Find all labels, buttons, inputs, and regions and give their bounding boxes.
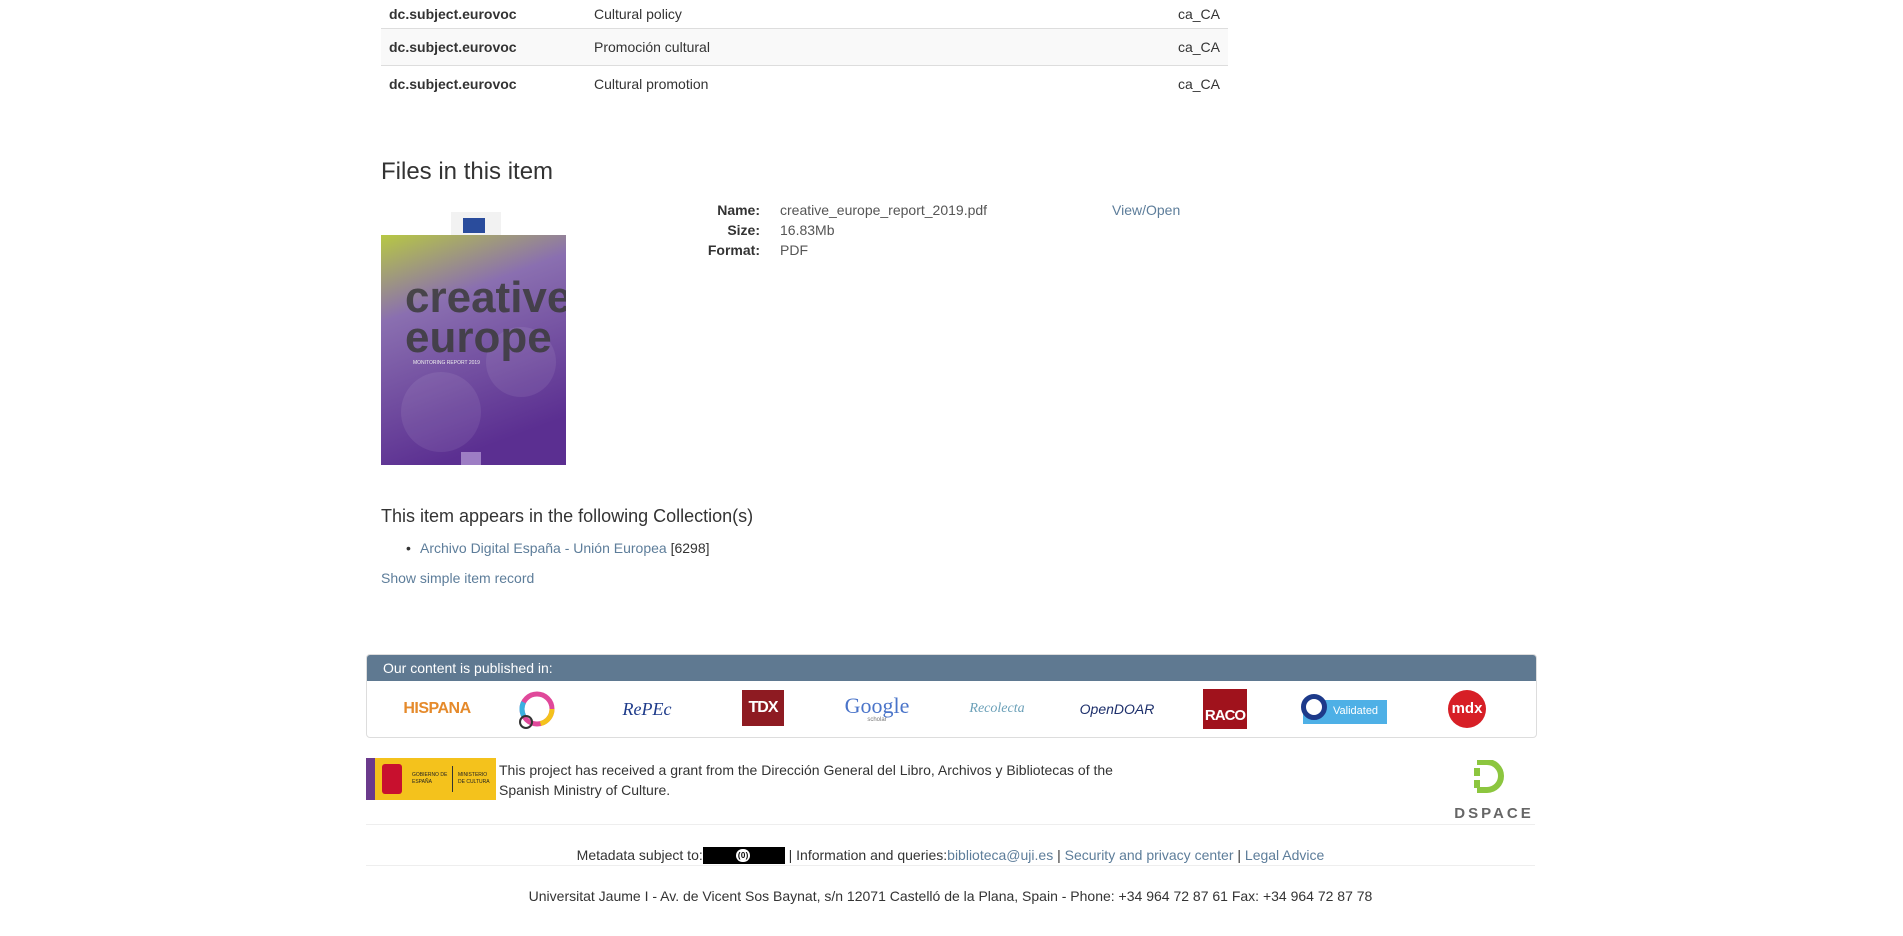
recolecta-logo-text: Recolecta bbox=[969, 701, 1025, 716]
published-in-heading: Our content is published in: bbox=[367, 655, 1536, 681]
metadata-value: Cultural policy bbox=[586, 0, 1152, 29]
grant-text: This project has received a grant from t… bbox=[499, 762, 1113, 798]
metadata-lang: ca_CA bbox=[1152, 0, 1228, 29]
hispana-logo[interactable]: HISPANA bbox=[387, 689, 487, 729]
thumbnail-title-line2: europe bbox=[405, 313, 552, 362]
file-name-label: Name: bbox=[717, 202, 760, 218]
bullet-icon: • bbox=[406, 540, 411, 556]
repec-logo-text: RePEc bbox=[622, 698, 672, 719]
coat-of-arms-icon bbox=[382, 764, 402, 794]
file-name: creative_europe_report_2019.pdf bbox=[780, 202, 988, 218]
recolecta-logo[interactable]: Recolecta bbox=[952, 689, 1042, 729]
footer-metadata-line: Metadata subject to: (0) PUBLICDOMAIN | In… bbox=[366, 845, 1535, 875]
table-row: dc.subject.eurovoc Promoción cultural ca… bbox=[381, 28, 1228, 66]
seal-logo[interactable] bbox=[512, 685, 562, 733]
footer-divider bbox=[366, 865, 1535, 866]
table-row: dc.subject.eurovoc Cultural policy ca_CA bbox=[381, 0, 1228, 29]
opendoar-logo[interactable]: OpenDOAR bbox=[1072, 689, 1162, 729]
metadata-value: Promoción cultural bbox=[586, 28, 1152, 66]
raco-logo[interactable]: RACO bbox=[1203, 689, 1247, 729]
validated-circle-icon bbox=[1301, 694, 1327, 720]
logo-divider bbox=[452, 766, 453, 792]
metadata-lang: ca_CA bbox=[1177, 76, 1220, 92]
google-logo-text: Google bbox=[844, 692, 910, 718]
file-thumbnail[interactable]: creative europe MONITORING REPORT 2019 bbox=[381, 212, 566, 465]
validated-logo-text: Validated bbox=[1333, 705, 1379, 717]
separator: | bbox=[1053, 847, 1065, 863]
metadata-key: dc.subject.eurovoc bbox=[381, 0, 586, 29]
validated-badge: Validated bbox=[1301, 694, 1387, 724]
repec-logo[interactable]: RePEc bbox=[602, 689, 692, 729]
metadata-prefix: Metadata subject to: bbox=[576, 847, 703, 863]
metadata-value: Cultural promotion bbox=[594, 76, 709, 92]
legal-advice-link[interactable]: Legal Advice bbox=[1245, 847, 1324, 863]
metadata-key: dc.subject.eurovoc bbox=[389, 76, 517, 92]
security-privacy-link[interactable]: Security and privacy center bbox=[1065, 847, 1234, 863]
collections-title: This item appears in the following Colle… bbox=[381, 506, 754, 526]
tdx-logo[interactable]: TDX bbox=[742, 689, 784, 727]
public-domain-badge-text: PUBLICDOMAIN bbox=[710, 865, 777, 875]
thumbnail-subtitle: MONITORING REPORT 2019 bbox=[413, 360, 480, 366]
info-prefix: | Information and queries: bbox=[784, 847, 948, 863]
public-domain-badge[interactable]: (0) PUBLICDOMAIN bbox=[702, 846, 785, 875]
dspace-icon bbox=[1474, 760, 1504, 793]
opendoar-logo-text: OpenDOAR bbox=[1079, 701, 1155, 717]
collections-list: • Archivo Digital España - Unión Europea… bbox=[406, 538, 710, 558]
footer-divider bbox=[366, 824, 1535, 825]
metadata-table: dc.subject.eurovoc Cultural policy ca_CA… bbox=[381, 0, 1228, 102]
file-size-label: Size: bbox=[727, 222, 760, 238]
metadata-key: dc.subject.eurovoc bbox=[381, 28, 586, 66]
footer-address: Universitat Jaume I - Av. de Vicent Sos … bbox=[528, 888, 1373, 904]
collection-link[interactable]: Archivo Digital España - Unión Europea bbox=[420, 540, 667, 556]
collection-count: [6298] bbox=[670, 540, 710, 556]
file-format-label: Format: bbox=[707, 242, 760, 258]
cc-icon: (0) bbox=[736, 848, 751, 862]
dspace-logo[interactable]: DSPACE bbox=[1453, 760, 1535, 822]
seal-icon bbox=[519, 691, 555, 729]
tdx-logo-text: TDX bbox=[742, 690, 784, 726]
raco-logo-text: RACO bbox=[1203, 689, 1247, 729]
view-open-link[interactable]: View/Open bbox=[1112, 200, 1180, 220]
validated-logo[interactable]: Validated bbox=[1301, 689, 1388, 729]
mdx-logo-text: mdx bbox=[1448, 690, 1486, 728]
metadata-lang: ca_CA bbox=[1152, 28, 1228, 66]
hispana-logo-text: HISPANA bbox=[403, 700, 471, 717]
google-scholar-logo[interactable]: Google scholar bbox=[837, 689, 917, 729]
files-title: Files in this item bbox=[381, 158, 554, 185]
published-in-panel: Our content is published in: HISPANA ReP… bbox=[366, 654, 1537, 738]
google-logo-subtext: scholar bbox=[867, 716, 887, 723]
table-row: dc.subject.eurovoc Cultural promotion ca… bbox=[381, 66, 1228, 103]
file-format: PDF bbox=[780, 242, 808, 258]
grant-logo-right-text: MINISTERIO DE CULTURA bbox=[458, 772, 490, 785]
ministry-culture-logo: GOBIERNO DE ESPAÑA MINISTERIO DE CULTURA bbox=[366, 758, 496, 800]
email-link[interactable]: biblioteca@uji.es bbox=[947, 847, 1053, 863]
separator: | bbox=[1233, 847, 1245, 863]
dspace-logo-text: DSPACE bbox=[1454, 805, 1534, 822]
show-simple-record-link[interactable]: Show simple item record bbox=[381, 568, 534, 588]
file-size: 16.83Mb bbox=[780, 222, 835, 238]
mdx-logo[interactable]: mdx bbox=[1447, 689, 1487, 729]
grant-logo-left-text: GOBIERNO DE ESPAÑA bbox=[412, 772, 448, 785]
logo-stripe bbox=[366, 758, 375, 800]
file-info: Name: creative_europe_report_2019.pdf Siz… bbox=[700, 200, 987, 260]
